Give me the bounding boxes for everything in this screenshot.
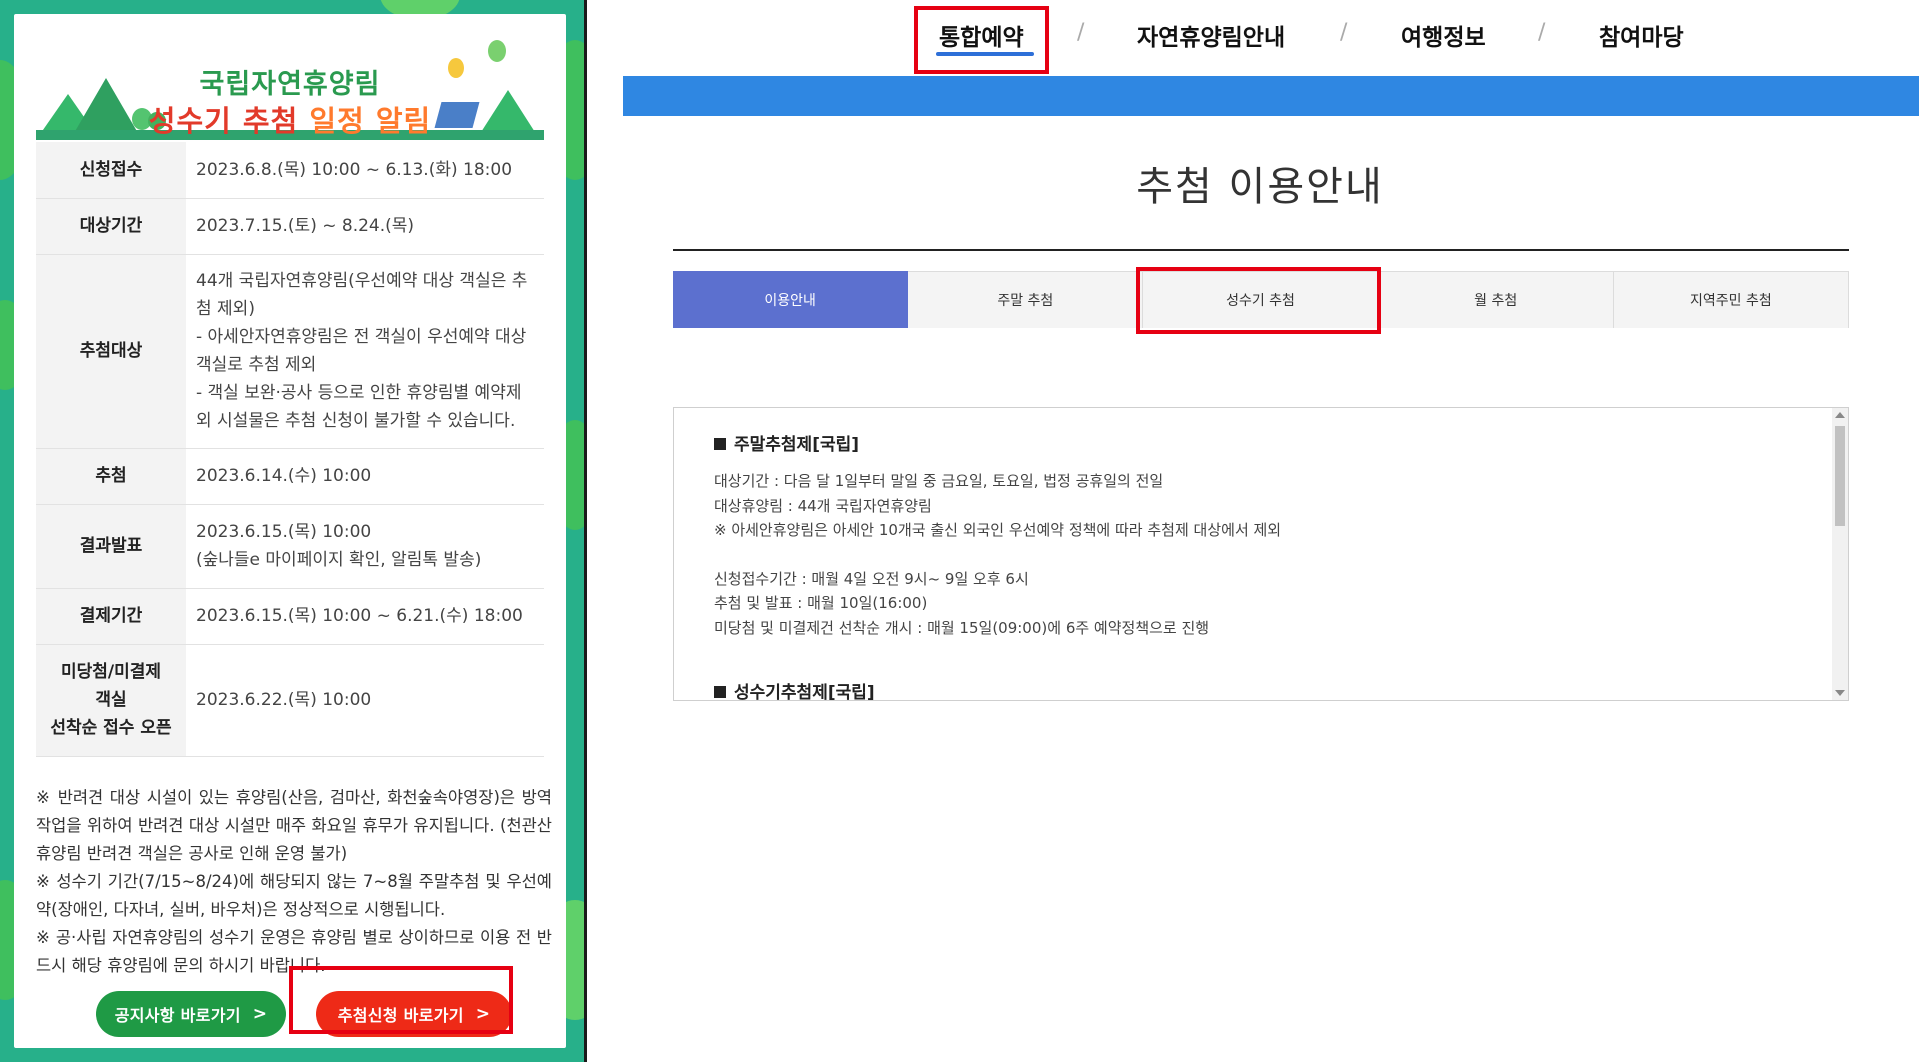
image-divider [584, 0, 587, 1062]
nav-integrated-reservation[interactable]: 통합예약 [939, 18, 1024, 52]
banner-subtitle: 성수기 추첨 일정 알림 [36, 98, 544, 140]
section-title-text: 주말추첨제[국립] [734, 435, 860, 455]
chevron-right-icon: > [475, 1004, 491, 1024]
tab-monthly-lottery[interactable]: 월 추첨 [1378, 271, 1614, 328]
note-item: ※ 반려견 대상 시설이 있는 휴양림(산음, 검마산, 화천숲속야영장)은 방… [36, 788, 552, 863]
section-title: 성수기추첨제[국립] [714, 678, 1794, 701]
nav-forest-info[interactable]: 자연휴양림안내 [1137, 18, 1285, 52]
schedule-row: 대상기간 2023.7.15.(토) ~ 8.24.(목) [36, 198, 544, 255]
lottery-apply-button[interactable]: 추첨신청 바로가기 > [316, 991, 512, 1037]
apply-button-label: 추첨신청 바로가기 [337, 1006, 464, 1025]
nav-separator: / [1077, 20, 1085, 45]
banner: 국립자연휴양림 성수기 추첨 일정 알림 [36, 40, 544, 140]
schedule-value: 2023.6.14.(수) 10:00 [186, 448, 544, 505]
banner-subtitle-part1: 성수기 추첨 [148, 104, 299, 138]
banner-title: 국립자연휴양림 [199, 69, 381, 100]
popup-card: 국립자연휴양림 성수기 추첨 일정 알림 신청접수 2023.6.8.(목) 10… [14, 14, 566, 1048]
schedule-label: 추첨 [36, 448, 186, 505]
nav-travel-info[interactable]: 여행정보 [1401, 18, 1486, 52]
nav-separator: / [1538, 20, 1546, 45]
info-line: 대상기간 : 다음 달 1일부터 말일 중 금요일, 토요일, 법정 공휴일의 … [714, 472, 1164, 490]
schedule-value: 2023.7.15.(토) ~ 8.24.(목) [186, 198, 544, 255]
schedule-label: 결제기간 [36, 588, 186, 645]
lottery-tabs: 이용안내 주말 추첨 성수기 추첨 월 추첨 지역주민 추첨 [673, 271, 1850, 328]
popup-panel: 국립자연휴양림 성수기 추첨 일정 알림 신청접수 2023.6.8.(목) 10… [0, 0, 584, 1062]
section-title: 주말추첨제[국립] [714, 430, 1794, 455]
tab-resident-lottery[interactable]: 지역주민 추첨 [1613, 271, 1850, 328]
info-line: 추첨 및 발표 : 매월 10일(16:00) [714, 594, 928, 612]
schedule-label: 추첨대상 [36, 254, 186, 449]
schedule-value: 2023.6.8.(목) 10:00 ~ 6.13.(화) 18:00 [186, 142, 544, 199]
schedule-row: 추첨대상 44개 국립자연휴양림(우선예약 대상 객실은 추첨 제외) - 아세안… [36, 254, 544, 449]
schedule-row: 결제기간 2023.6.15.(목) 10:00 ~ 6.21.(수) 18:00 [36, 588, 544, 645]
schedule-label: 신청접수 [36, 142, 186, 199]
notice-shortcut-button[interactable]: 공지사항 바로가기 > [96, 991, 286, 1037]
tab-usage-guide[interactable]: 이용안내 [673, 271, 909, 328]
title-divider [673, 249, 1849, 251]
schedule-row: 미당첨/미결제 객실 선착순 접수 오픈 2023.6.22.(목) 10:00 [36, 644, 544, 757]
schedule-value: 44개 국립자연휴양림(우선예약 대상 객실은 추첨 제외) - 아세안자연휴양… [186, 254, 544, 449]
scroll-down-arrow-icon[interactable] [1835, 690, 1845, 696]
scrollbar[interactable] [1832, 408, 1848, 700]
nav-separator: / [1340, 20, 1348, 45]
info-line: 신청접수기간 : 매월 4일 오전 9시~ 9일 오후 6시 [714, 569, 1029, 588]
info-content: 주말추첨제[국립] 대상기간 : 다음 달 1일부터 말일 중 금요일, 토요일… [714, 430, 1794, 701]
note-item: ※ 성수기 기간(7/15~8/24)에 해당되지 않는 7~8월 주말추첨 및… [36, 872, 552, 919]
nav-active-indicator [936, 52, 1034, 56]
sub-nav-bar [623, 76, 1919, 116]
scroll-thumb[interactable] [1835, 426, 1845, 526]
balloon-icon [488, 40, 506, 62]
schedule-table: 신청접수 2023.6.8.(목) 10:00 ~ 6.13.(화) 18:00 대… [36, 142, 544, 757]
note-item: ※ 공·사립 자연휴양림의 성수기 운영은 휴양림 별로 상이하므로 이용 전 … [36, 928, 552, 975]
section-title-text: 성수기추첨제[국립] [734, 683, 875, 701]
chevron-right-icon: > [252, 1004, 268, 1024]
notes: ※ 반려견 대상 시설이 있는 휴양림(산음, 검마산, 화천숲속야영장)은 방… [36, 784, 552, 980]
info-scroll-box[interactable]: 주말추첨제[국립] 대상기간 : 다음 달 1일부터 말일 중 금요일, 토요일… [673, 407, 1849, 701]
notice-button-label: 공지사항 바로가기 [114, 1006, 241, 1025]
schedule-label: 결과발표 [36, 504, 186, 589]
schedule-row: 추첨 2023.6.14.(수) 10:00 [36, 448, 544, 505]
schedule-row: 결과발표 2023.6.15.(목) 10:00 (숲나들e 마이페이지 확인, … [36, 504, 544, 589]
nav-participation[interactable]: 참여마당 [1599, 18, 1684, 52]
schedule-value: 2023.6.22.(목) 10:00 [186, 644, 544, 757]
tab-peak-season-lottery[interactable]: 성수기 추첨 [1143, 271, 1379, 328]
banner-subtitle-part2: 일정 알림 [309, 104, 432, 138]
schedule-value: 2023.6.15.(목) 10:00 (숲나들e 마이페이지 확인, 알림톡 … [186, 504, 544, 589]
scroll-up-arrow-icon[interactable] [1835, 412, 1845, 418]
schedule-label: 미당첨/미결제 객실 선착순 접수 오픈 [36, 644, 186, 757]
schedule-value: 2023.6.15.(목) 10:00 ~ 6.21.(수) 18:00 [186, 588, 544, 645]
info-line: ※ 아세안휴양림은 아세안 10개국 출신 외국인 우선예약 정책에 따라 추첨… [714, 521, 1282, 539]
page-title: 추첨 이용안내 [1136, 164, 1384, 210]
square-bullet-icon [714, 438, 726, 450]
info-line: 미당첨 및 미결제건 선착순 개시 : 매월 15일(09:00)에 6주 예약… [714, 618, 1210, 637]
schedule-label: 대상기간 [36, 198, 186, 255]
square-bullet-icon [714, 686, 726, 698]
info-line: 대상휴양림 : 44개 국립자연휴양림 [714, 496, 932, 515]
schedule-row: 신청접수 2023.6.8.(목) 10:00 ~ 6.13.(화) 18:00 [36, 142, 544, 199]
tab-weekend-lottery[interactable]: 주말 추첨 [908, 271, 1144, 328]
